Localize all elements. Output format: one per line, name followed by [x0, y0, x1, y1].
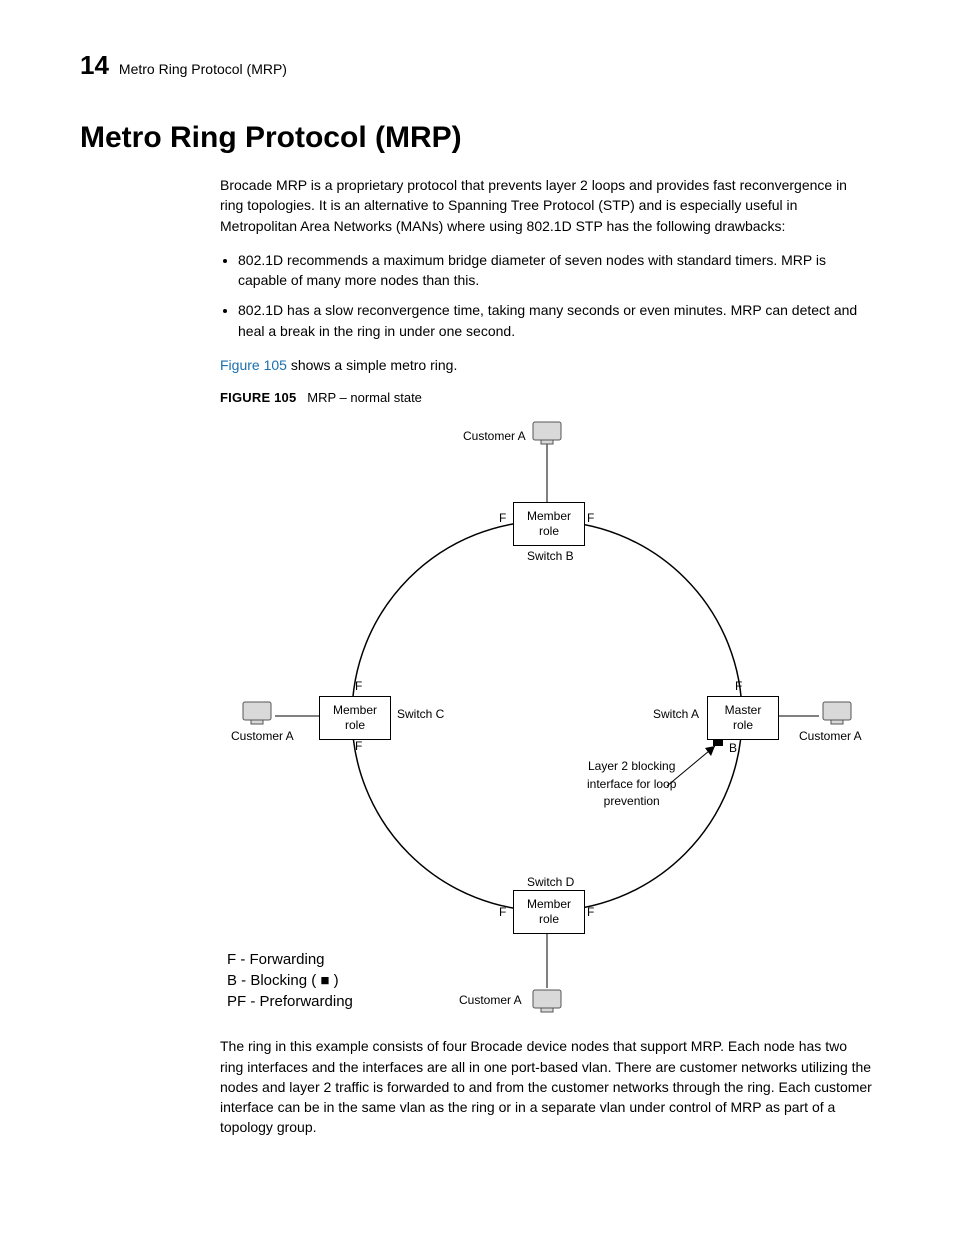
chapter-title: Metro Ring Protocol (MRP): [119, 61, 287, 77]
body: Brocade MRP is a proprietary protocol th…: [220, 175, 874, 1138]
list-item: 802.1D recommends a maximum bridge diame…: [238, 250, 874, 291]
node-switch-b: Member role: [513, 502, 585, 546]
figure-ref-rest: shows a simple metro ring.: [287, 357, 457, 373]
list-item: 802.1D has a slow reconvergence time, ta…: [238, 300, 874, 341]
port-f: F: [355, 678, 362, 695]
legend-line-preforwarding: PF - Preforwarding: [227, 991, 353, 1012]
port-f: F: [499, 510, 506, 527]
port-f: F: [587, 510, 594, 527]
figure-link[interactable]: Figure 105: [220, 357, 287, 373]
blocking-note: Layer 2 blocking interface for loop prev…: [587, 758, 676, 810]
drawback-list: 802.1D recommends a maximum bridge diame…: [238, 250, 874, 341]
switch-b-label: Switch B: [527, 548, 574, 565]
node-switch-d: Member role: [513, 890, 585, 934]
figure-caption: FIGURE 105 MRP – normal state: [220, 389, 874, 408]
port-f: F: [587, 904, 594, 921]
intro-paragraph: Brocade MRP is a proprietary protocol th…: [220, 175, 874, 236]
customer-a-bottom: Customer A: [459, 992, 522, 1009]
mrp-ring-diagram: Member role Master role Member role Memb…: [227, 416, 867, 1016]
port-b: B: [729, 740, 737, 757]
legend-line-forwarding: F - Forwarding: [227, 949, 353, 970]
page: 14 Metro Ring Protocol (MRP) Metro Ring …: [0, 0, 954, 1212]
running-header: 14 Metro Ring Protocol (MRP): [80, 50, 874, 81]
diagram-legend: F - Forwarding B - Blocking ( ■ ) PF - P…: [227, 949, 353, 1012]
page-title: Metro Ring Protocol (MRP): [80, 121, 874, 155]
switch-d-label: Switch D: [527, 874, 574, 891]
port-f: F: [355, 738, 362, 755]
port-f: F: [499, 904, 506, 921]
node-switch-c: Member role: [319, 696, 391, 740]
figure-reference-sentence: Figure 105 shows a simple metro ring.: [220, 355, 874, 375]
closing-paragraph: The ring in this example consists of fou…: [220, 1036, 874, 1137]
customer-a-right: Customer A: [799, 728, 862, 745]
customer-a-left: Customer A: [231, 728, 294, 745]
node-switch-a: Master role: [707, 696, 779, 740]
switch-c-label: Switch C: [397, 706, 444, 723]
figure-caption-text: MRP – normal state: [307, 390, 422, 405]
switch-a-label: Switch A: [653, 706, 699, 723]
legend-line-blocking: B - Blocking ( ■ ): [227, 970, 353, 991]
chapter-number: 14: [80, 50, 109, 81]
figure-label: FIGURE 105: [220, 390, 296, 405]
port-f: F: [735, 678, 742, 695]
customer-a-top: Customer A: [463, 428, 526, 445]
